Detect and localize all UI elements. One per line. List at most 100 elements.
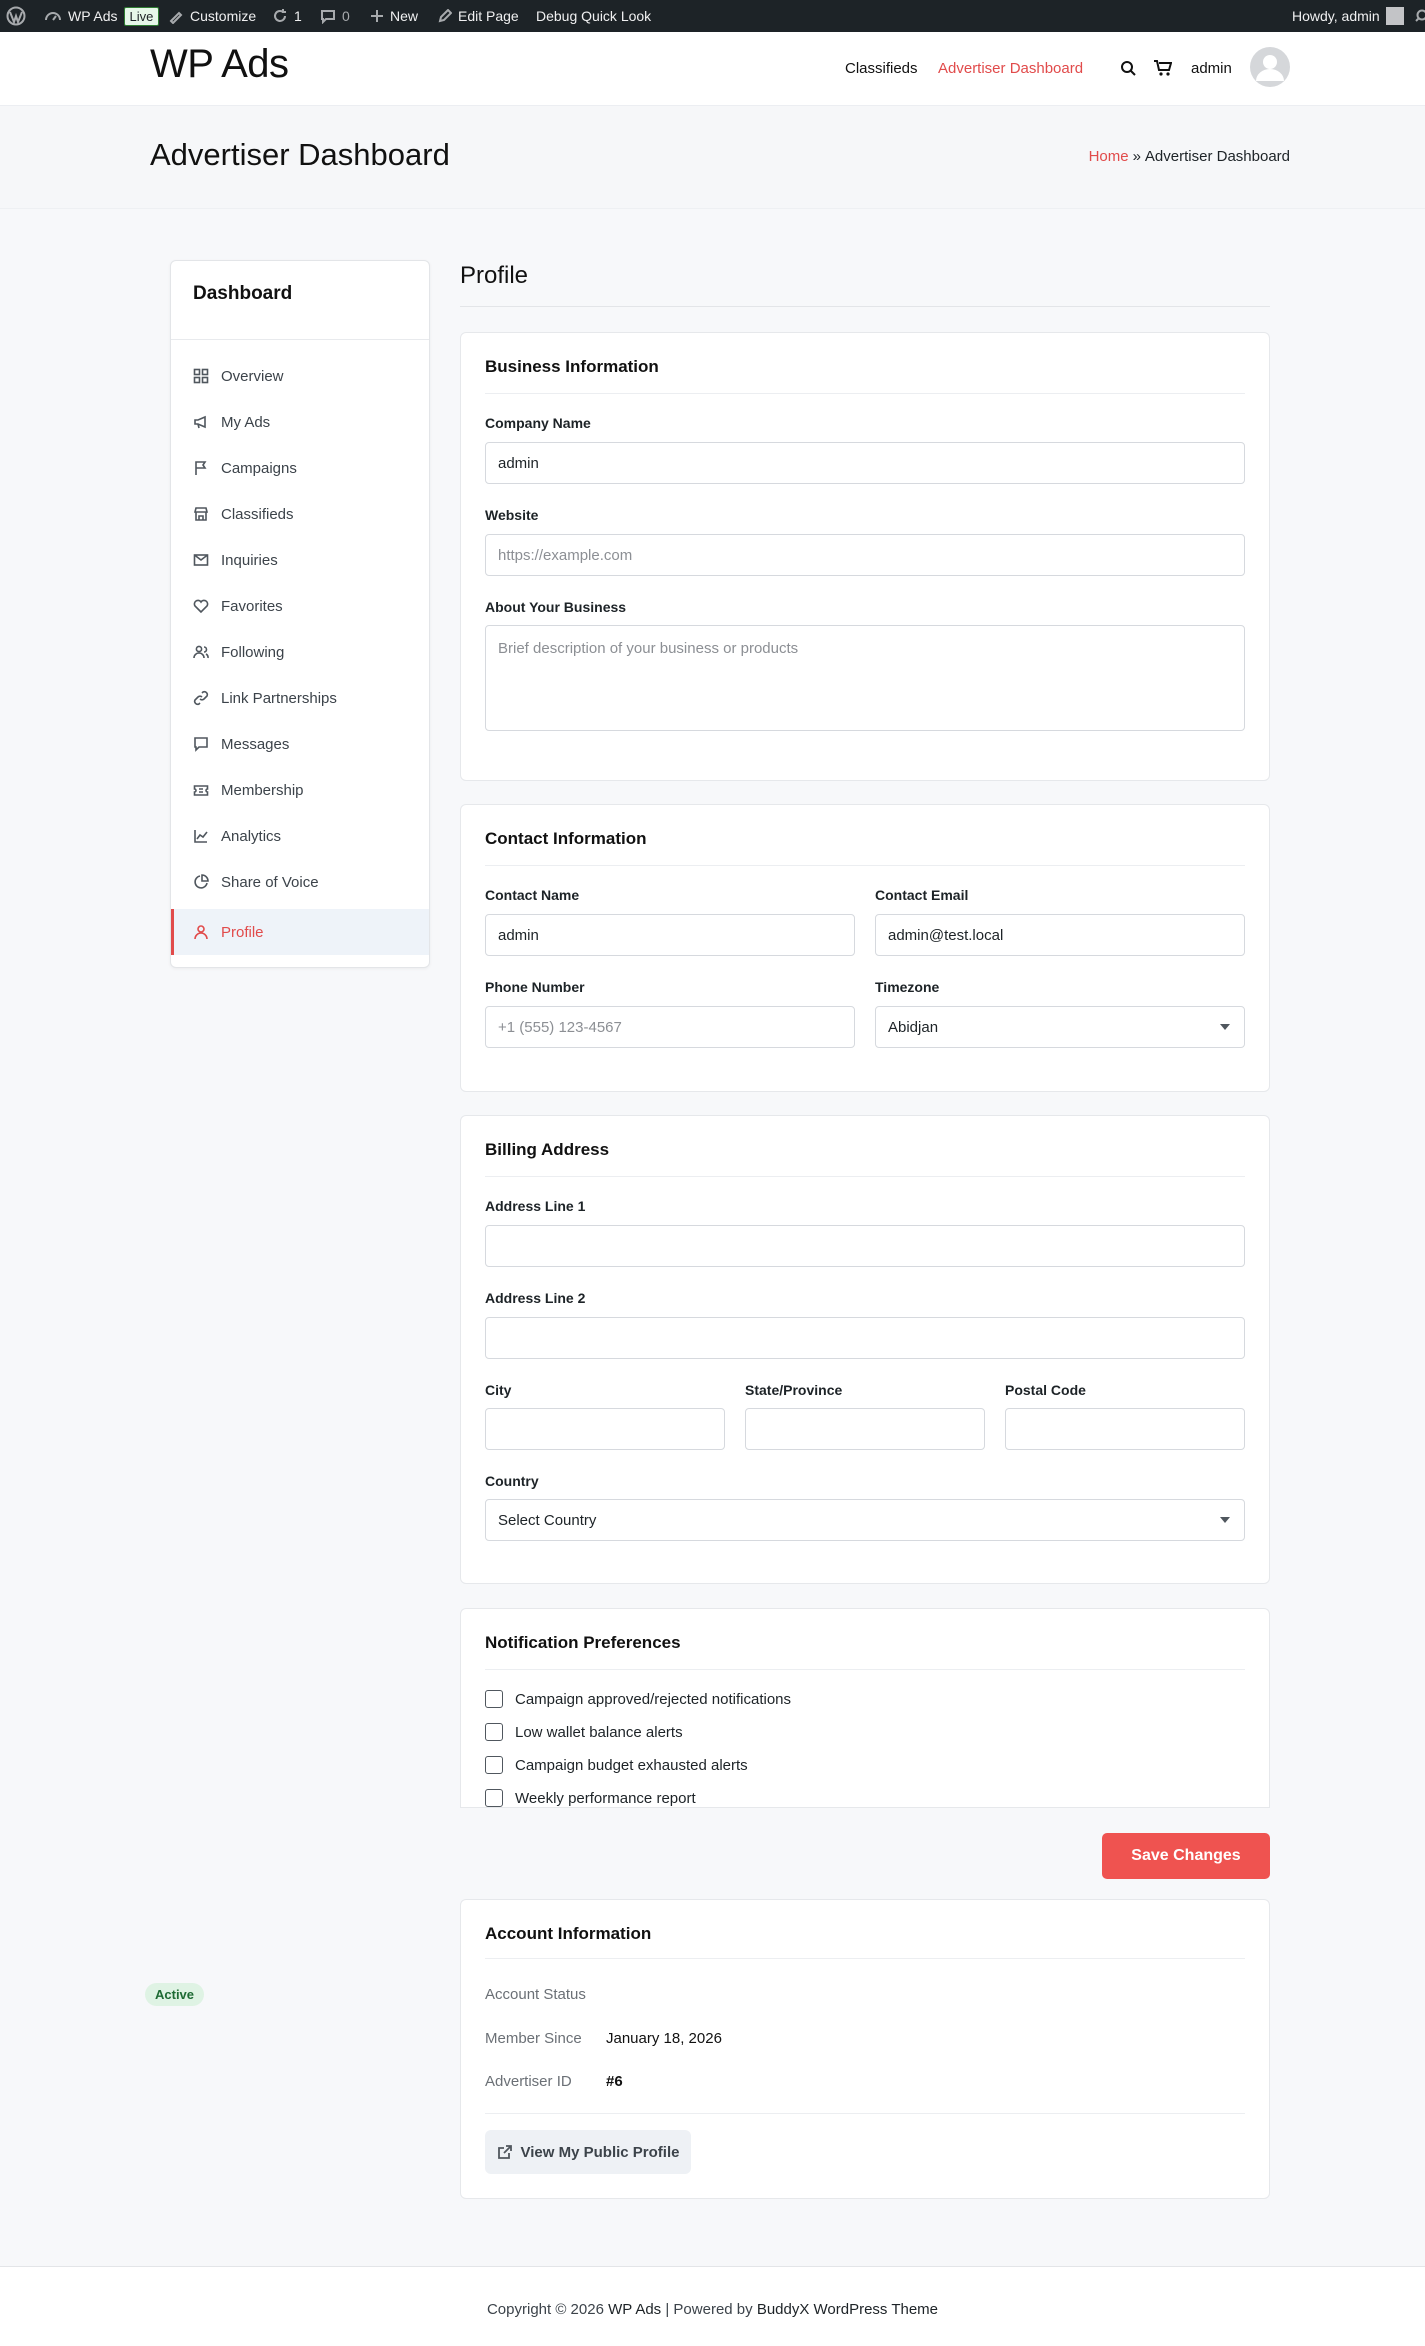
address2-input[interactable] <box>485 1317 1245 1359</box>
checkbox[interactable] <box>485 1690 503 1708</box>
chat-icon <box>194 737 208 752</box>
country-select[interactable]: Select Country <box>485 1499 1245 1541</box>
country-value: Select Country <box>498 1511 597 1529</box>
breadcrumb: Home » Advertiser Dashboard <box>1089 148 1290 165</box>
page-title: Advertiser Dashboard <box>150 137 450 172</box>
sidebar-item-overview[interactable]: Overview <box>171 353 429 399</box>
sidebar-item-classifieds[interactable]: Classifieds <box>171 491 429 537</box>
account-info-heading: Account Information <box>485 1924 652 1943</box>
timezone-label: Timezone <box>875 979 940 995</box>
live-badge: Live <box>123 6 160 26</box>
search-icon[interactable] <box>1414 0 1425 32</box>
card-divider <box>485 2113 1245 2114</box>
updates-count: 1 <box>294 8 302 24</box>
sidebar-item-label: Messages <box>221 735 290 753</box>
notif-low-wallet[interactable]: Low wallet balance alerts <box>485 1723 683 1741</box>
plus-icon <box>371 10 383 22</box>
phone-input[interactable]: +1 (555) 123-4567 <box>485 1006 855 1048</box>
footer-theme-link[interactable]: BuddyX WordPress Theme <box>757 2301 938 2318</box>
cart-icon[interactable] <box>1154 60 1172 76</box>
sidebar-item-label: Classifieds <box>221 505 294 523</box>
timezone-value: Abidjan <box>888 1018 939 1036</box>
company-name-input[interactable]: admin <box>485 442 1245 484</box>
address1-input[interactable] <box>485 1225 1245 1267</box>
nav-advertiser-dashboard[interactable]: Advertiser Dashboard <box>938 60 1083 77</box>
city-input[interactable] <box>485 1408 725 1450</box>
comments-link[interactable]: 0 <box>320 0 350 32</box>
comment-icon <box>321 10 335 24</box>
postal-input[interactable] <box>1005 1408 1245 1450</box>
sidebar-item-link-partnerships[interactable]: Link Partnerships <box>171 675 429 721</box>
new-link[interactable]: New <box>370 0 418 32</box>
howdy-link[interactable]: Howdy, admin <box>1292 0 1404 32</box>
contact-email-label: Contact Email <box>875 887 969 903</box>
customize-label: Customize <box>190 8 257 24</box>
checkbox[interactable] <box>485 1789 503 1807</box>
breadcrumb-home[interactable]: Home <box>1089 148 1129 165</box>
notif-campaign-approved[interactable]: Campaign approved/rejected notifications <box>485 1690 791 1708</box>
sidebar-item-label: Favorites <box>221 597 283 615</box>
megaphone-icon <box>194 415 206 429</box>
contact-email-input[interactable]: admin@test.local <box>875 914 1245 956</box>
sidebar-item-favorites[interactable]: Favorites <box>171 583 429 629</box>
save-changes-button[interactable]: Save Changes <box>1102 1833 1270 1879</box>
chart-icon <box>194 830 208 843</box>
debug-label: Debug Quick Look <box>536 8 652 24</box>
updates-link[interactable]: 1 <box>272 0 302 32</box>
contact-info-card: Contact Information Contact Name admin C… <box>460 804 1270 1092</box>
site-name-link[interactable]: WP Ads Live <box>44 0 160 32</box>
sidebar-item-analytics[interactable]: Analytics <box>171 813 429 859</box>
wordpress-icon[interactable] <box>6 0 26 32</box>
sidebar-item-campaigns[interactable]: Campaigns <box>171 445 429 491</box>
sidebar-item-label: Following <box>221 643 285 661</box>
account-info-card: Account Information Account Status Membe… <box>460 1899 1270 2199</box>
flag-icon <box>195 461 207 475</box>
search-icon[interactable] <box>1120 60 1136 76</box>
contact-name-input[interactable]: admin <box>485 914 855 956</box>
view-public-profile-button[interactable]: View My Public Profile <box>485 2130 691 2174</box>
timezone-select[interactable]: Abidjan <box>875 1006 1245 1048</box>
user-name[interactable]: admin <box>1191 60 1232 77</box>
site-name: WP Ads <box>68 8 118 24</box>
billing-address-card: Billing Address Address Line 1 Address L… <box>460 1115 1270 1584</box>
sidebar-item-label: Overview <box>221 367 284 385</box>
customize-link[interactable]: Customize <box>168 0 256 32</box>
refresh-icon <box>274 9 286 22</box>
checkbox-label: Campaign approved/rejected notifications <box>515 1690 791 1708</box>
sidebar-item-messages[interactable]: Messages <box>171 721 429 767</box>
checkbox-label: Campaign budget exhausted alerts <box>515 1756 748 1774</box>
about-textarea[interactable]: Brief description of your business or pr… <box>485 625 1245 731</box>
sidebar-item-my-ads[interactable]: My Ads <box>171 399 429 445</box>
site-logo[interactable]: WP Ads <box>150 42 289 87</box>
pie-icon <box>194 874 209 889</box>
phone-label: Phone Number <box>485 979 585 995</box>
notif-budget-exhausted[interactable]: Campaign budget exhausted alerts <box>485 1756 748 1774</box>
avatar[interactable] <box>1250 47 1290 87</box>
checkbox[interactable] <box>485 1723 503 1741</box>
sidebar-item-inquiries[interactable]: Inquiries <box>171 537 429 583</box>
users-icon <box>193 645 209 659</box>
nav-classifieds[interactable]: Classifieds <box>845 60 918 77</box>
member-since-value: January 18, 2026 <box>606 2030 722 2047</box>
dashboard-icon <box>45 12 61 21</box>
edit-page-link[interactable]: Edit Page <box>438 0 519 32</box>
howdy-label: Howdy, admin <box>1292 8 1380 24</box>
checkbox[interactable] <box>485 1756 503 1774</box>
footer-site-link[interactable]: WP Ads <box>608 2301 661 2318</box>
debug-link[interactable]: Debug Quick Look <box>536 0 651 32</box>
sidebar-item-profile[interactable]: Profile <box>171 909 429 955</box>
billing-heading: Billing Address <box>485 1140 610 1159</box>
website-input[interactable]: https://example.com <box>485 534 1245 576</box>
breadcrumb-separator: » <box>1132 148 1141 165</box>
state-input[interactable] <box>745 1408 985 1450</box>
sidebar-item-following[interactable]: Following <box>171 629 429 675</box>
notif-weekly-report[interactable]: Weekly performance report <box>485 1789 696 1807</box>
page-hero: Advertiser Dashboard Home » Advertiser D… <box>0 106 1425 209</box>
sidebar-item-membership[interactable]: Membership <box>171 767 429 813</box>
sidebar-divider <box>171 339 429 340</box>
address2-label: Address Line 2 <box>485 1290 586 1306</box>
sidebar-item-share-of-voice[interactable]: Share of Voice <box>171 859 429 905</box>
sidebar-item-label: My Ads <box>221 413 271 431</box>
checkbox-label: Low wallet balance alerts <box>515 1723 683 1741</box>
mail-icon <box>193 554 209 566</box>
